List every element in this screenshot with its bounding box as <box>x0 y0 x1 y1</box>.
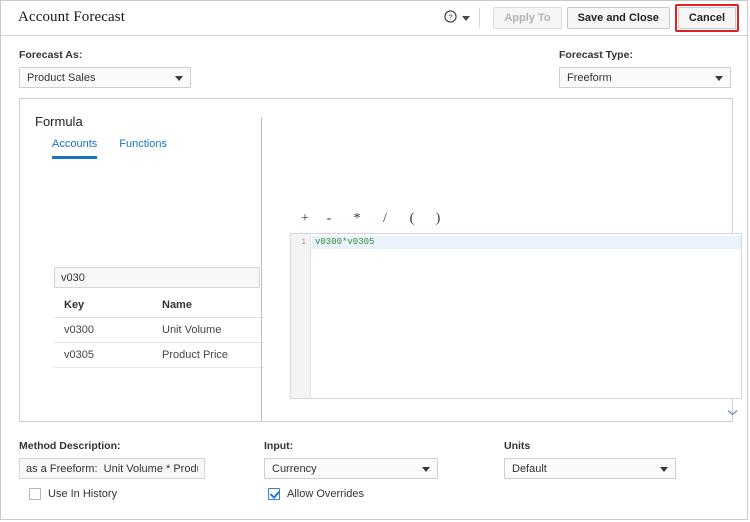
forecast-type-value: Freeform <box>567 72 612 84</box>
save-and-close-button[interactable]: Save and Close <box>566 7 670 29</box>
use-in-history-checkbox-row[interactable]: Use In History <box>29 488 117 500</box>
forecast-type-label: Forecast Type: <box>559 49 633 61</box>
allow-overrides-label: Allow Overrides <box>287 488 365 500</box>
account-search-input[interactable] <box>54 267 260 288</box>
input-label: Input: <box>264 440 294 452</box>
cell-name: Unit Volume <box>152 317 264 343</box>
input-select[interactable]: Currency <box>264 458 438 479</box>
table-header-row: Key Name <box>54 293 264 318</box>
tab-accounts[interactable]: Accounts <box>52 138 98 159</box>
units-value: Default <box>512 463 547 475</box>
column-header-key: Key <box>54 293 152 318</box>
chevron-down-icon <box>715 76 723 81</box>
input-value: Currency <box>272 463 317 475</box>
help-circle-icon[interactable]: ? <box>444 10 457 26</box>
operator-open-paren-button[interactable]: ( <box>399 211 425 227</box>
formula-tabs: Accounts Functions <box>52 138 167 159</box>
help-menu[interactable]: ? <box>444 8 481 28</box>
editor-code-line: v0300*v0305 <box>312 236 741 249</box>
allow-overrides-checkbox[interactable] <box>268 488 280 500</box>
editor-gutter: 1 <box>291 234 311 398</box>
formula-panel: Formula Accounts Functions Key Name v030… <box>19 98 742 422</box>
operator-close-paren-button[interactable]: ) <box>425 211 451 227</box>
header-actions: ? Apply To Save and Close Cancel <box>444 4 739 32</box>
chevron-down-icon <box>422 467 430 472</box>
allow-overrides-checkbox-row[interactable]: Allow Overrides <box>268 488 364 500</box>
dialog-header: Account Forecast ? Apply To Save and Clo… <box>1 1 747 36</box>
chevron-down-icon <box>660 467 668 472</box>
operator-toolbar: + - * / ( ) <box>295 211 451 227</box>
formula-expression: v0300*v0305 <box>315 237 375 247</box>
units-select[interactable]: Default <box>504 458 676 479</box>
expand-editor-chevron-down-icon[interactable] <box>727 407 738 419</box>
apply-to-button[interactable]: Apply To <box>493 7 562 29</box>
operator-divide-button[interactable]: / <box>371 211 399 227</box>
cell-name: Product Price <box>152 342 264 368</box>
table-row[interactable]: v0300 Unit Volume <box>54 317 264 343</box>
operator-minus-button[interactable]: - <box>315 211 343 227</box>
cell-key: v0300 <box>54 317 152 343</box>
panel-splitter[interactable] <box>261 117 262 421</box>
accounts-table: Key Name v0300 Unit Volume v0305 Product… <box>54 293 264 368</box>
column-header-name: Name <box>152 293 264 318</box>
chevron-down-icon <box>175 76 183 81</box>
formula-heading: Formula <box>35 114 83 129</box>
operator-multiply-button[interactable]: * <box>343 211 371 227</box>
forecast-type-select[interactable]: Freeform <box>559 67 731 88</box>
units-label: Units <box>504 440 531 452</box>
svg-text:?: ? <box>449 13 453 22</box>
chevron-down-icon[interactable] <box>462 15 471 21</box>
method-description-input[interactable] <box>19 458 205 479</box>
use-in-history-label: Use In History <box>48 488 118 500</box>
line-number: 1 <box>301 238 306 247</box>
page-title: Account Forecast <box>18 9 125 25</box>
cell-key: v0305 <box>54 342 152 368</box>
operator-plus-button[interactable]: + <box>295 211 315 227</box>
tab-functions[interactable]: Functions <box>119 138 167 159</box>
cancel-button[interactable]: Cancel <box>677 7 736 29</box>
formula-code-editor[interactable]: 1 v0300*v0305 <box>290 233 742 399</box>
forecast-as-value: Product Sales <box>27 72 96 84</box>
method-description-label: Method Description: <box>19 440 121 452</box>
cancel-button-highlight: Cancel <box>674 4 739 32</box>
use-in-history-checkbox[interactable] <box>29 488 41 500</box>
forecast-as-select[interactable]: Product Sales <box>19 67 191 88</box>
table-row[interactable]: v0305 Product Price <box>54 342 264 368</box>
forecast-as-label: Forecast As: <box>19 49 83 61</box>
account-forecast-dialog: Account Forecast ? Apply To Save and Clo… <box>0 0 748 520</box>
